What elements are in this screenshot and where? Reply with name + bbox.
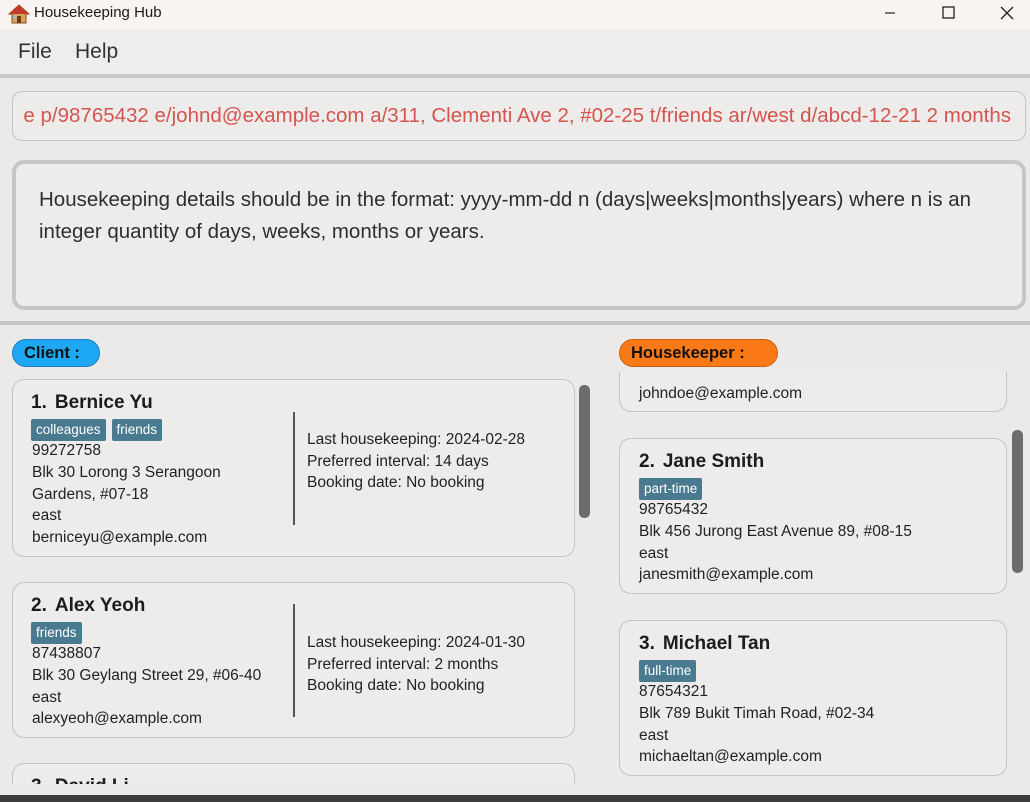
client-name-text: Bernice Yu: [54, 392, 153, 413]
booking-date: Booking date: No booking: [307, 474, 485, 491]
client-address-line1: Blk 30 Lorong 3 Serangoon: [32, 464, 221, 481]
housekeeper-name-text: Michael Tan: [662, 633, 771, 654]
tag: colleagues: [31, 419, 106, 441]
client-name-text: David Li: [55, 776, 129, 784]
card-divider: [293, 604, 295, 717]
client-email: berniceyu@example.com: [32, 529, 208, 546]
housekeeper-name: 2. Jane Smith: [639, 451, 764, 473]
tag: friends: [111, 419, 163, 441]
panel-divider: [0, 321, 1030, 325]
window-title: Housekeeping Hub: [34, 4, 162, 21]
result-display: Housekeeping details should be in the fo…: [12, 160, 1026, 310]
client-list[interactable]: 1. Bernice Yu colleagues friends 99272758…: [0, 372, 600, 784]
title-bar: Housekeeping Hub: [0, 0, 1030, 30]
client-list-scrollbar[interactable]: [579, 385, 590, 518]
menu-file[interactable]: File: [18, 40, 52, 64]
client-card[interactable]: 3. David Li: [12, 763, 575, 784]
minimize-icon: [884, 6, 896, 24]
client-address-line2: Gardens, #07-18: [32, 486, 149, 503]
housekeeper-index: 2.: [639, 451, 655, 472]
client-card[interactable]: 2. Alex Yeoh friends 87438807 Blk 30 Geyl…: [12, 582, 575, 738]
client-panel-label: Client :: [12, 339, 100, 367]
housekeeper-email: michaeltan@example.com: [639, 748, 822, 765]
client-index: 1.: [31, 392, 47, 413]
client-name: 3. David Li: [31, 776, 129, 784]
maximize-button[interactable]: [925, 0, 971, 30]
housekeeper-tags: full-time: [639, 660, 697, 682]
housekeeper-area: east: [639, 545, 669, 562]
preferred-interval: Preferred interval: 2 months: [307, 656, 499, 673]
client-address-line1: Blk 30 Geylang Street 29, #06-40: [32, 667, 262, 684]
housekeeper-name-text: Jane Smith: [662, 451, 765, 472]
house-icon: [7, 4, 31, 24]
client-index: 3.: [31, 776, 47, 784]
housekeeping-hub-window: Housekeeping Hub File Help e p/98765432 …: [0, 0, 1030, 802]
client-email: alexyeoh@example.com: [32, 710, 202, 727]
preferred-interval: Preferred interval: 14 days: [307, 453, 489, 470]
client-area: east: [32, 689, 62, 706]
tag: friends: [31, 622, 82, 644]
housekeeper-panel-label: Housekeeper :: [619, 339, 778, 367]
menu-divider: [0, 74, 1030, 78]
client-name: 2. Alex Yeoh: [31, 595, 145, 617]
housekeeper-address: Blk 789 Bukit Timah Road, #02-34: [639, 705, 875, 722]
housekeeper-phone: 87654321: [639, 683, 708, 700]
client-phone: 99272758: [32, 442, 101, 459]
client-index: 2.: [31, 595, 47, 616]
housekeeper-phone: 98765432: [639, 501, 708, 518]
housekeeper-card[interactable]: 3. Michael Tan full-time 87654321 Blk 789…: [619, 620, 1007, 776]
housekeeper-list[interactable]: johndoe@example.com 2. Jane Smith part-ti…: [600, 372, 1030, 784]
housekeeper-tags: part-time: [639, 478, 703, 500]
housekeeper-card[interactable]: 2. Jane Smith part-time 98765432 Blk 456 …: [619, 438, 1007, 594]
tag: part-time: [639, 478, 703, 500]
tag: full-time: [639, 660, 697, 682]
last-housekeeping: Last housekeeping: 2024-02-28: [307, 431, 526, 448]
housekeeper-address: Blk 456 Jurong East Avenue 89, #08-15: [639, 523, 912, 540]
client-phone: 87438807: [32, 645, 101, 662]
close-icon: [1000, 6, 1014, 25]
housekeeper-email: johndoe@example.com: [639, 385, 803, 402]
housekeeper-list-scrollbar[interactable]: [1012, 430, 1023, 573]
booking-date: Booking date: No booking: [307, 677, 485, 694]
housekeeper-name: 3. Michael Tan: [639, 633, 770, 655]
client-area: east: [32, 507, 62, 524]
command-text: e p/98765432 e/johnd@example.com a/311, …: [23, 104, 1011, 127]
client-tags: friends: [31, 622, 82, 644]
maximize-icon: [941, 6, 955, 24]
result-message: Housekeeping details should be in the fo…: [39, 188, 972, 243]
command-input[interactable]: e p/98765432 e/johnd@example.com a/311, …: [12, 91, 1026, 141]
client-card[interactable]: 1. Bernice Yu colleagues friends 99272758…: [12, 379, 575, 557]
client-tags: colleagues friends: [31, 419, 163, 441]
housekeeper-index: 3.: [639, 633, 655, 654]
housekeeper-email: janesmith@example.com: [639, 566, 814, 583]
card-divider: [293, 412, 295, 525]
menu-help[interactable]: Help: [75, 40, 118, 64]
last-housekeeping: Last housekeeping: 2024-01-30: [307, 634, 526, 651]
status-bar: [0, 795, 1030, 802]
client-name-text: Alex Yeoh: [54, 595, 146, 616]
housekeeper-area: east: [639, 727, 669, 744]
minimize-button[interactable]: [867, 0, 913, 30]
menu-bar: File Help: [0, 30, 1030, 74]
client-name: 1. Bernice Yu: [31, 392, 153, 414]
close-button[interactable]: [984, 0, 1030, 30]
housekeeper-card[interactable]: johndoe@example.com: [619, 372, 1007, 412]
